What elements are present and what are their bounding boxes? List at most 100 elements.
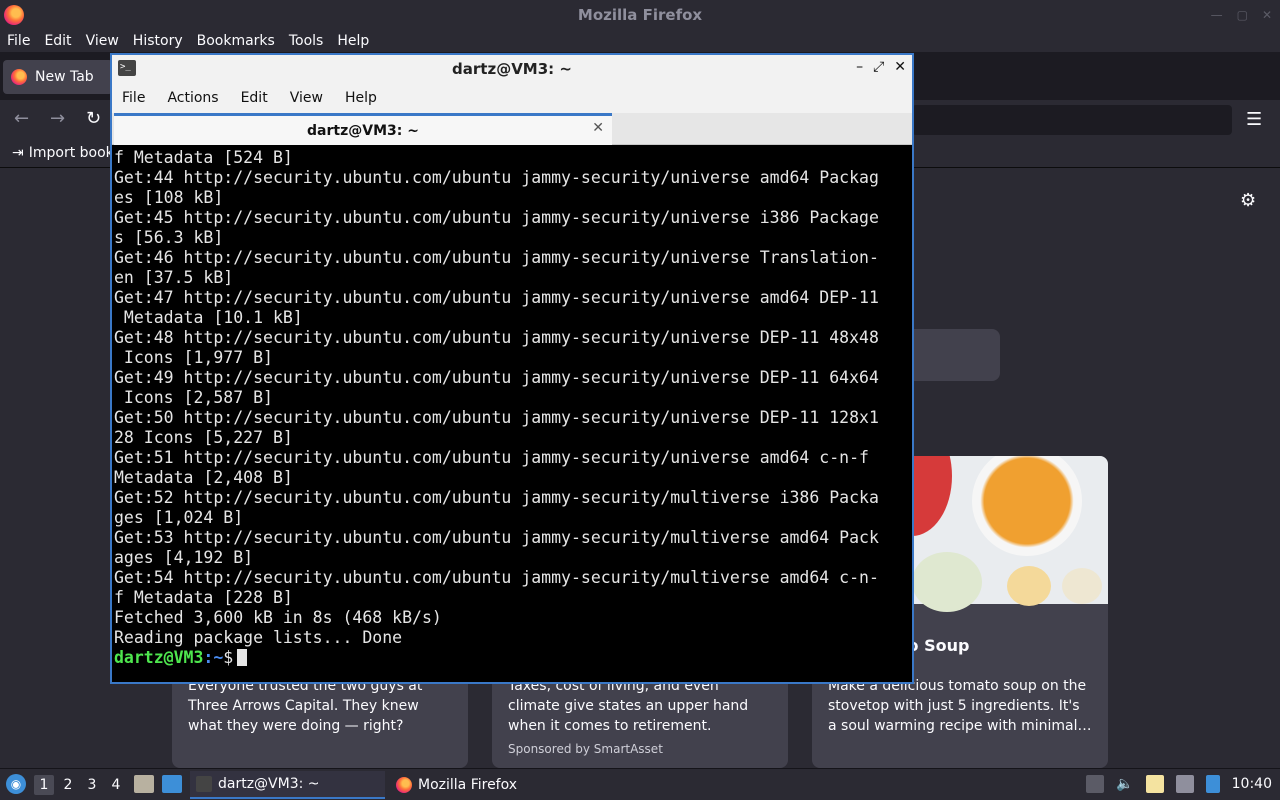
terminal-line: Reading package lists... Done (114, 628, 403, 647)
terminal-line: Get:48 http://security.ubuntu.com/ubuntu… (114, 328, 879, 347)
firefox-titlebar: Mozilla Firefox — ▢ ✕ (0, 0, 1280, 30)
menu-file[interactable]: File (122, 90, 145, 106)
workspace-3[interactable]: 3 (82, 775, 102, 795)
start-menu-icon[interactable]: ◉ (6, 774, 26, 794)
forward-arrow-icon[interactable]: → (50, 108, 65, 129)
terminal-titlebar[interactable]: >_ dartz@VM3: ~ – ⤢ ✕ (112, 55, 912, 83)
menu-tools[interactable]: Tools (289, 33, 324, 49)
menu-actions[interactable]: Actions (167, 90, 218, 106)
volume-icon[interactable]: 🔈 (1116, 776, 1133, 792)
task-terminal[interactable]: dartz@VM3: ~ (190, 771, 385, 799)
maximize-icon[interactable]: ▢ (1237, 8, 1248, 22)
menu-edit[interactable]: Edit (44, 33, 71, 49)
terminal-line: Get:45 http://security.ubuntu.com/ubuntu… (114, 208, 879, 227)
task-firefox-label: Mozilla Firefox (418, 777, 518, 793)
terminal-line: Get:49 http://security.ubuntu.com/ubuntu… (114, 368, 879, 387)
prompt-user: dartz@VM3 (114, 648, 204, 667)
file-manager-icon[interactable] (134, 775, 154, 793)
close-icon[interactable]: ✕ (894, 59, 906, 75)
terminal-line: Get:51 http://security.ubuntu.com/ubuntu… (114, 448, 869, 467)
menu-history[interactable]: History (133, 33, 183, 49)
firefox-logo-icon (396, 777, 412, 793)
menu-view[interactable]: View (86, 33, 119, 49)
terminal-output[interactable]: f Metadata [524 B] Get:44 http://securit… (114, 147, 910, 681)
story-description: Make a delicious tomato soup on the stov… (828, 678, 1092, 734)
url-bar[interactable] (912, 105, 1232, 135)
gear-icon[interactable]: ⚙ (1240, 190, 1256, 211)
update-notifier-icon[interactable] (1205, 775, 1220, 793)
terminal-prompt[interactable]: dartz@VM3:~$ (114, 648, 910, 668)
terminal-line: f Metadata [228 B] (114, 588, 293, 607)
terminal-tab[interactable]: dartz@VM3: ~ ✕ (114, 113, 612, 145)
terminal-app-icon: >_ (118, 60, 136, 76)
task-firefox[interactable]: Mozilla Firefox (390, 771, 590, 799)
firefox-logo-icon (4, 5, 24, 25)
import-icon: ⇥ (12, 145, 24, 161)
menu-file[interactable]: File (7, 33, 30, 49)
terminal-line: es [108 kB] (114, 188, 224, 207)
terminal-line: Get:50 http://security.ubuntu.com/ubuntu… (114, 408, 879, 427)
terminal-line: Icons [1,977 B] (114, 348, 273, 367)
terminal-line: Get:53 http://security.ubuntu.com/ubuntu… (114, 528, 879, 547)
menu-bookmarks[interactable]: Bookmarks (197, 33, 275, 49)
terminal-line: Get:44 http://security.ubuntu.com/ubuntu… (114, 168, 879, 187)
terminal-line: Metadata [2,408 B] (114, 468, 293, 487)
tab-new-tab[interactable]: New Tab (3, 60, 113, 94)
system-tray: 🔈 10:40 (1086, 775, 1272, 793)
terminal-window-title: dartz@VM3: ~ (452, 60, 572, 78)
workspace-2[interactable]: 2 (58, 775, 78, 795)
terminal-tabstrip: dartz@VM3: ~ ✕ (112, 113, 912, 145)
clipboard-icon[interactable] (1145, 775, 1164, 793)
terminal-line: ages [4,192 B] (114, 548, 254, 567)
prompt-path: :~ (203, 648, 224, 667)
terminal-line: s [56.3 kB] (114, 228, 224, 247)
terminal-line: Metadata [10.1 kB] (114, 308, 303, 327)
workspace-1[interactable]: 1 (34, 775, 54, 795)
clock: 10:40 (1231, 776, 1272, 792)
firefox-window-controls: — ▢ ✕ (1211, 8, 1272, 22)
terminal-line: Get:52 http://security.ubuntu.com/ubuntu… (114, 488, 879, 507)
close-icon[interactable]: ✕ (1262, 8, 1272, 22)
firefox-menubar: File Edit View History Bookmarks Tools H… (0, 30, 1280, 52)
workspace-4[interactable]: 4 (106, 775, 126, 795)
firefox-tab-icon (11, 69, 27, 85)
tab-label: New Tab (35, 69, 94, 85)
terminal-line: Get:54 http://security.ubuntu.com/ubuntu… (114, 568, 879, 587)
reload-icon[interactable]: ↻ (86, 108, 101, 129)
terminal-line: f Metadata [524 B] (114, 148, 293, 167)
prompt-symbol: $ (223, 648, 234, 667)
story-description: Everyone trusted the two guys at Three A… (188, 678, 423, 734)
menu-help[interactable]: Help (337, 33, 369, 49)
hamburger-menu-icon[interactable]: ☰ (1246, 109, 1262, 130)
terminal-line: Get:46 http://security.ubuntu.com/ubuntu… (114, 248, 879, 267)
tray-up-icon[interactable] (1086, 775, 1105, 793)
terminal-line: Fetched 3,600 kB in 8s (468 kB/s) (114, 608, 442, 627)
terminal-line: en [37.5 kB] (114, 268, 234, 287)
terminal-line: Get:47 http://security.ubuntu.com/ubuntu… (114, 288, 879, 307)
terminal-app-icon (196, 776, 212, 792)
search-box[interactable] (912, 329, 1000, 381)
terminal-window-controls: – ⤢ ✕ (856, 59, 906, 75)
task-terminal-label: dartz@VM3: ~ (218, 776, 320, 792)
story-description: Taxes, cost of living, and even climate … (508, 678, 749, 734)
story-sponsor: Sponsored by SmartAsset (508, 742, 663, 756)
minimize-icon[interactable]: — (1211, 8, 1223, 22)
terminal-tab-label: dartz@VM3: ~ (307, 122, 419, 139)
terminal-line: 28 Icons [5,227 B] (114, 428, 293, 447)
taskbar: ◉ 1 2 3 4 dartz@VM3: ~ Mozilla Firefox 🔈… (0, 768, 1280, 800)
maximize-icon[interactable]: ⤢ (873, 59, 884, 75)
close-icon[interactable]: ✕ (592, 120, 604, 136)
menu-help[interactable]: Help (345, 90, 377, 106)
terminal-line: Icons [2,587 B] (114, 388, 273, 407)
show-desktop-icon[interactable] (162, 775, 182, 793)
text-cursor (237, 649, 248, 666)
display-icon[interactable] (1175, 775, 1194, 793)
terminal-line: ges [1,024 B] (114, 508, 244, 527)
terminal-menubar: File Actions Edit View Help (112, 83, 912, 113)
menu-view[interactable]: View (290, 90, 323, 106)
firefox-window-title: Mozilla Firefox (577, 6, 703, 24)
menu-edit[interactable]: Edit (241, 90, 268, 106)
back-arrow-icon[interactable]: ← (14, 108, 29, 129)
terminal-window[interactable]: >_ dartz@VM3: ~ – ⤢ ✕ File Actions Edit … (110, 53, 914, 684)
minimize-icon[interactable]: – (856, 59, 863, 75)
